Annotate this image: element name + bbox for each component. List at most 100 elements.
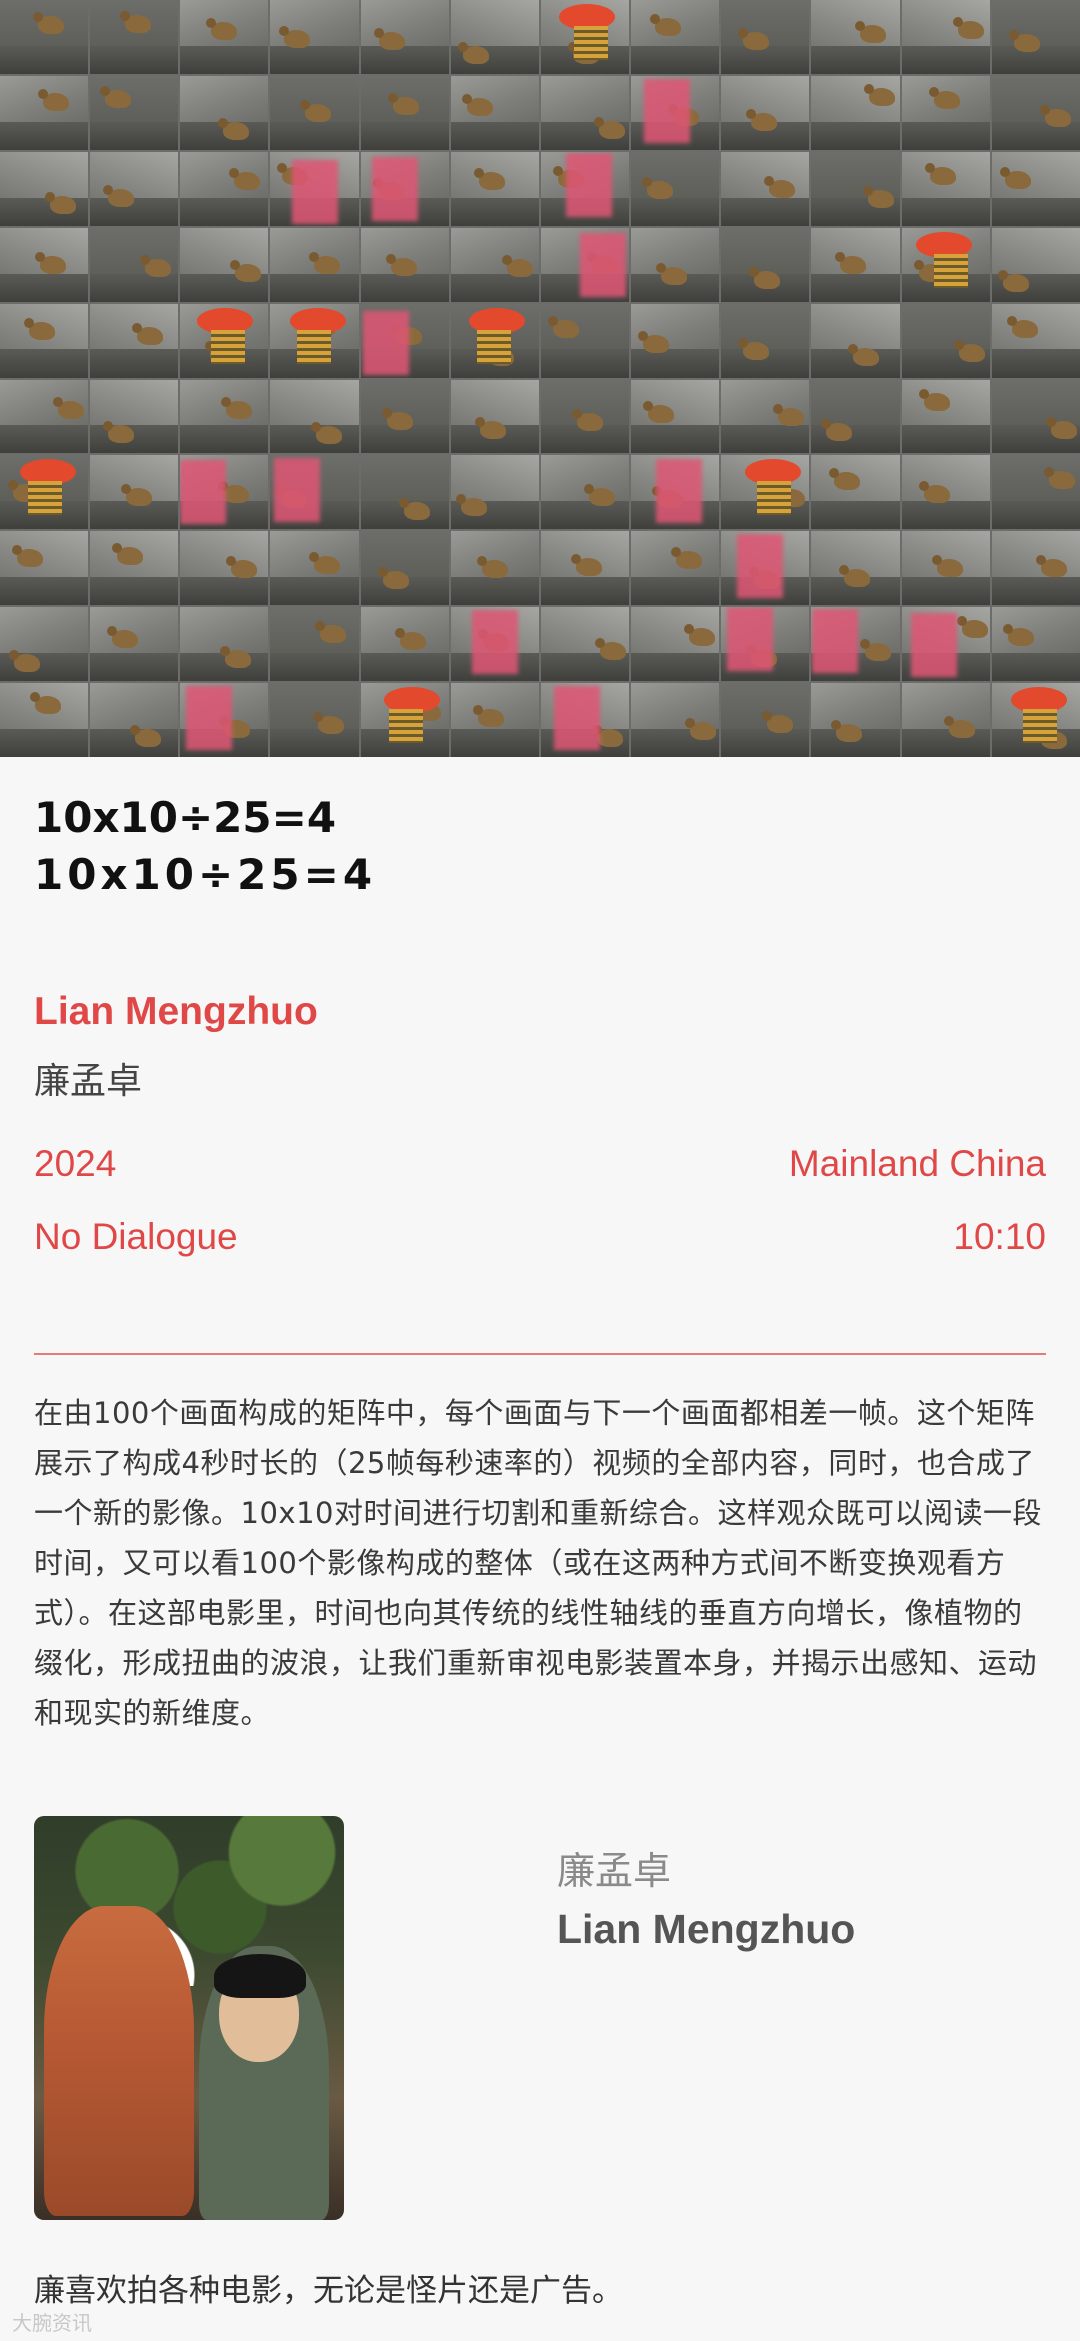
video-frame — [360, 379, 449, 454]
video-frame — [540, 531, 630, 606]
video-frame — [450, 683, 539, 757]
video-frame — [270, 455, 359, 530]
video-frame — [90, 683, 179, 757]
video-frame — [450, 227, 539, 302]
video-frame — [540, 151, 630, 226]
video-frame — [90, 75, 179, 150]
video-frame — [540, 227, 630, 302]
video-frame — [270, 0, 359, 74]
section-divider — [34, 1353, 1046, 1355]
video-frame — [90, 227, 179, 302]
video-frame — [360, 75, 449, 150]
video-frame — [450, 151, 539, 226]
film-country: Mainland China — [788, 1143, 1046, 1184]
video-frame — [0, 455, 89, 530]
video-frame — [631, 0, 720, 74]
video-frame — [90, 151, 179, 226]
video-frame — [901, 455, 990, 530]
video-frame — [901, 151, 990, 226]
video-frame — [90, 303, 179, 378]
video-frame — [631, 683, 720, 757]
video-frame — [0, 151, 89, 226]
video-frame — [180, 151, 269, 226]
video-frame — [0, 607, 89, 682]
video-frame — [180, 455, 269, 530]
director-bio: 廉喜欢拍各种电影，无论是怪片还是广告。 — [34, 2273, 623, 2309]
video-frame — [721, 75, 810, 150]
film-year: 2024 — [34, 1143, 117, 1184]
director-name-cn: 廉孟卓 — [34, 1061, 143, 1102]
video-frame — [270, 683, 359, 757]
video-frame — [360, 607, 449, 682]
video-frame — [270, 151, 359, 226]
video-frame — [631, 227, 720, 302]
video-frame — [360, 227, 449, 302]
video-frame — [540, 379, 630, 454]
video-frame — [631, 455, 720, 530]
video-frame — [901, 0, 990, 74]
film-title: 10x10÷25=4 — [34, 793, 337, 842]
video-frame — [631, 151, 720, 226]
video-frame — [991, 455, 1080, 530]
video-frame — [180, 303, 269, 378]
video-frame — [811, 75, 900, 150]
film-still-mosaic — [0, 0, 1080, 757]
video-frame — [90, 0, 179, 74]
video-frame — [180, 531, 269, 606]
video-frame — [721, 607, 810, 682]
video-frame — [90, 379, 179, 454]
video-frame — [180, 607, 269, 682]
video-frame — [180, 683, 269, 757]
video-frame — [901, 531, 990, 606]
video-frame — [540, 0, 630, 74]
video-frame — [991, 531, 1080, 606]
video-frame — [991, 607, 1080, 682]
video-frame — [0, 531, 89, 606]
video-frame — [270, 379, 359, 454]
video-frame — [450, 0, 539, 74]
film-language: No Dialogue — [34, 1216, 238, 1257]
video-frame — [721, 531, 810, 606]
video-frame — [901, 227, 990, 302]
video-frame — [0, 379, 89, 454]
director-photo — [34, 1816, 344, 2220]
video-frame — [631, 303, 720, 378]
video-frame — [721, 151, 810, 226]
video-frame — [90, 531, 179, 606]
video-frame — [721, 227, 810, 302]
video-frame — [991, 303, 1080, 378]
video-frame — [811, 303, 900, 378]
video-frame — [991, 75, 1080, 150]
video-frame — [450, 75, 539, 150]
frame-grid — [0, 0, 1080, 757]
video-frame — [721, 303, 810, 378]
meta-row-language-duration: No Dialogue 10:10 — [34, 1216, 1046, 1258]
video-frame — [811, 531, 900, 606]
video-frame — [811, 227, 900, 302]
video-frame — [360, 531, 449, 606]
film-synopsis: 在由100个画面构成的矩阵中，每个画面与下一个画面都相差一帧。这个矩阵展示了构成… — [34, 1396, 1042, 1730]
video-frame — [991, 683, 1080, 757]
video-frame — [270, 607, 359, 682]
video-frame — [811, 455, 900, 530]
video-frame — [180, 75, 269, 150]
video-frame — [631, 75, 720, 150]
video-frame — [811, 379, 900, 454]
video-frame — [540, 303, 630, 378]
video-frame — [0, 683, 89, 757]
video-frame — [180, 0, 269, 74]
video-frame — [811, 607, 900, 682]
video-frame — [360, 455, 449, 530]
video-frame — [0, 0, 89, 74]
video-frame — [90, 455, 179, 530]
video-frame — [811, 0, 900, 74]
video-frame — [360, 151, 449, 226]
video-frame — [991, 227, 1080, 302]
video-frame — [540, 455, 630, 530]
film-title-block: 10x10÷25=4 10x10÷25=4 — [34, 790, 376, 904]
film-duration: 10:10 — [953, 1216, 1046, 1257]
video-frame — [450, 607, 539, 682]
video-frame — [631, 607, 720, 682]
video-frame — [721, 379, 810, 454]
video-frame — [270, 75, 359, 150]
